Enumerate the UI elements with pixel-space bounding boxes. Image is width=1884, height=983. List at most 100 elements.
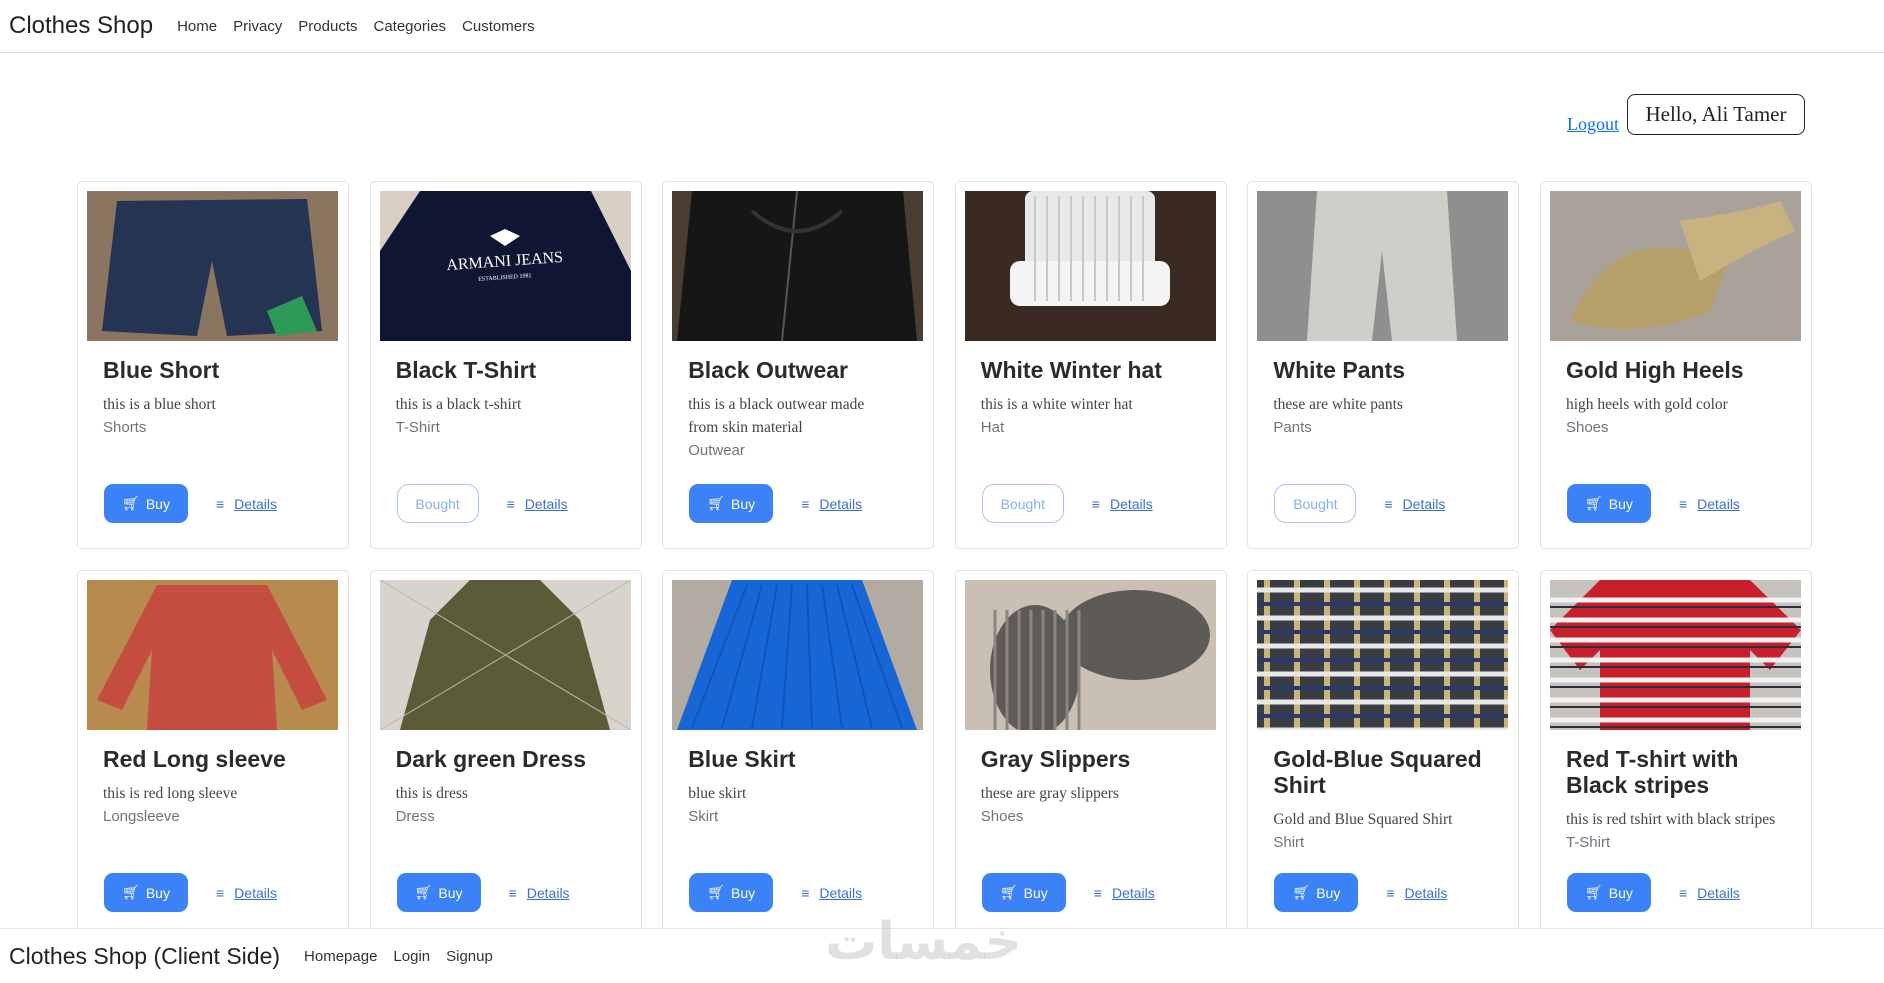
product-category: Shirt (1273, 834, 1305, 851)
nav-privacy[interactable]: Privacy (233, 18, 282, 35)
list-icon: ≡ (216, 884, 225, 901)
details-link[interactable]: ≡ Details (216, 496, 277, 512)
product-description: this is a black outwear made from skin m… (688, 396, 865, 436)
cart-icon: 🛒︎ (122, 495, 140, 511)
details-link[interactable]: ≡ Details (1092, 496, 1153, 512)
details-link[interactable]: ≡ Details (1386, 885, 1447, 901)
product-image[interactable] (379, 580, 631, 730)
product-title: Blue Skirt (688, 746, 796, 772)
product-image[interactable] (87, 191, 338, 341)
product-title: Red Long sleeve (103, 746, 286, 772)
nav-products[interactable]: Products (298, 18, 357, 35)
details-link[interactable]: ≡ Details (507, 496, 568, 512)
details-link[interactable]: ≡ Details (1679, 496, 1740, 512)
buy-button[interactable]: 🛒︎ Buy (1566, 484, 1651, 523)
details-label: Details (1109, 495, 1153, 512)
card-actions: Bought ≡ Details (396, 484, 568, 523)
buy-button[interactable]: 🛒︎ Buy (1274, 873, 1359, 912)
product-card-gold-blue-squared-shirt: Gold-Blue Squared Shirt Gold and Blue Sq… (1247, 570, 1520, 938)
buy-button[interactable]: 🛒︎ Buy (104, 873, 188, 912)
product-image[interactable] (1257, 580, 1509, 730)
card-actions: 🛒︎ Buy ≡ Details (104, 873, 277, 912)
buy-button[interactable]: 🛒︎ Buy (104, 484, 188, 523)
product-image[interactable]: ARMANI JEANS ESTABLISHED 1981 (379, 191, 631, 341)
logout-link[interactable]: Logout (1567, 114, 1619, 135)
details-link[interactable]: ≡ Details (1094, 885, 1155, 901)
product-card-gray-slippers: Gray Slippers these are gray slippers Sh… (954, 570, 1227, 938)
details-label: Details (234, 884, 277, 901)
product-card-white-pants: White Pants these are white pants Pants … (1247, 181, 1520, 549)
bought-button[interactable]: Bought (981, 484, 1064, 523)
details-label: Details (234, 495, 277, 512)
product-card-black-outwear: Black Outwear this is a black outwear ma… (662, 181, 935, 549)
footer-login[interactable]: Login (393, 948, 430, 965)
details-link[interactable]: ≡ Details (801, 496, 862, 512)
product-card-gold-high-heels: Gold High Heels high heels with gold col… (1539, 181, 1812, 549)
buy-button[interactable]: 🛒︎ Buy (396, 873, 481, 912)
cart-icon: 🛒︎ (1585, 495, 1603, 511)
product-card-blue-skirt: Blue Skirt blue skirt Skirt 🛒︎ Buy ≡ Deta… (662, 570, 935, 938)
product-title: White Winter hat (980, 357, 1163, 383)
product-title: Black Outwear (688, 357, 848, 383)
details-label: Details (1402, 495, 1446, 512)
details-link[interactable]: ≡ Details (1384, 496, 1445, 512)
list-icon: ≡ (1386, 884, 1395, 901)
buy-label: Buy (1316, 884, 1341, 901)
details-link[interactable]: ≡ Details (1679, 885, 1740, 901)
product-image[interactable] (1549, 580, 1801, 730)
nav-customers[interactable]: Customers (462, 18, 535, 35)
details-label: Details (524, 495, 568, 512)
product-image[interactable] (1257, 191, 1509, 341)
details-label: Details (1697, 884, 1740, 901)
bought-button[interactable]: Bought (1274, 484, 1357, 523)
product-image[interactable] (964, 580, 1216, 730)
details-link[interactable]: ≡ Details (801, 885, 862, 901)
watermark-logo: خمسات (825, 912, 1023, 972)
product-card-black-t-shirt: ARMANI JEANS ESTABLISHED 1981 Black T-Sh… (369, 181, 642, 549)
buy-label: Buy (145, 884, 170, 901)
nav-home[interactable]: Home (177, 18, 217, 35)
product-category: Hat (980, 419, 1005, 436)
buy-button[interactable]: 🛒︎ Buy (689, 484, 774, 523)
list-icon: ≡ (506, 495, 515, 512)
product-card-red-long-sleeve: Red Long sleeve this is red long sleeve … (77, 570, 349, 938)
product-category: Dress (395, 808, 435, 825)
brand-logo[interactable]: Clothes Shop (9, 12, 153, 40)
product-description: these are white pants (1273, 396, 1403, 413)
product-image[interactable] (964, 191, 1216, 341)
buy-button[interactable]: 🛒︎ Buy (1566, 873, 1651, 912)
nav-categories[interactable]: Categories (374, 18, 447, 35)
product-title: Blue Short (103, 357, 220, 383)
product-description: this is a white winter hat (980, 396, 1133, 413)
product-image[interactable] (1549, 191, 1801, 341)
product-grid: Blue Short this is a blue short Shorts 🛒… (77, 181, 1812, 938)
product-title: Black T-Shirt (395, 357, 537, 383)
product-title: Gold High Heels (1565, 357, 1744, 383)
buy-label: Buy (1023, 884, 1048, 901)
card-actions: 🛒︎ Buy ≡ Details (104, 484, 277, 523)
product-image[interactable] (87, 580, 338, 730)
buy-button[interactable]: 🛒︎ Buy (981, 873, 1066, 912)
product-card-dark-green-dress: Dark green Dress this is dress Dress 🛒︎ B… (369, 570, 642, 938)
details-link[interactable]: ≡ Details (509, 885, 570, 901)
card-actions: 🛒︎ Buy ≡ Details (981, 873, 1155, 912)
product-category: T-Shirt (395, 419, 440, 436)
details-link[interactable]: ≡ Details (216, 885, 277, 901)
product-description: blue skirt (688, 785, 747, 802)
details-label: Details (819, 495, 863, 512)
buy-button[interactable]: 🛒︎ Buy (689, 873, 774, 912)
product-description: this is dress (395, 785, 468, 802)
bought-button[interactable]: Bought (396, 484, 479, 523)
footer-brand[interactable]: Clothes Shop (Client Side) (9, 943, 280, 970)
cart-icon: 🛒︎ (707, 495, 726, 511)
list-icon: ≡ (216, 495, 225, 512)
product-image[interactable] (672, 580, 924, 730)
footer-signup[interactable]: Signup (446, 948, 493, 965)
card-actions: 🛒︎ Buy ≡ Details (1566, 484, 1740, 523)
list-icon: ≡ (1678, 495, 1688, 512)
product-card-red-t-shirt-with-black-stripes: Red T-shirt with Black stripes this is r… (1539, 570, 1812, 938)
footer-homepage[interactable]: Homepage (304, 948, 377, 965)
product-image[interactable] (672, 191, 924, 341)
list-icon: ≡ (1384, 495, 1393, 512)
product-category: Shoes (1565, 419, 1609, 436)
